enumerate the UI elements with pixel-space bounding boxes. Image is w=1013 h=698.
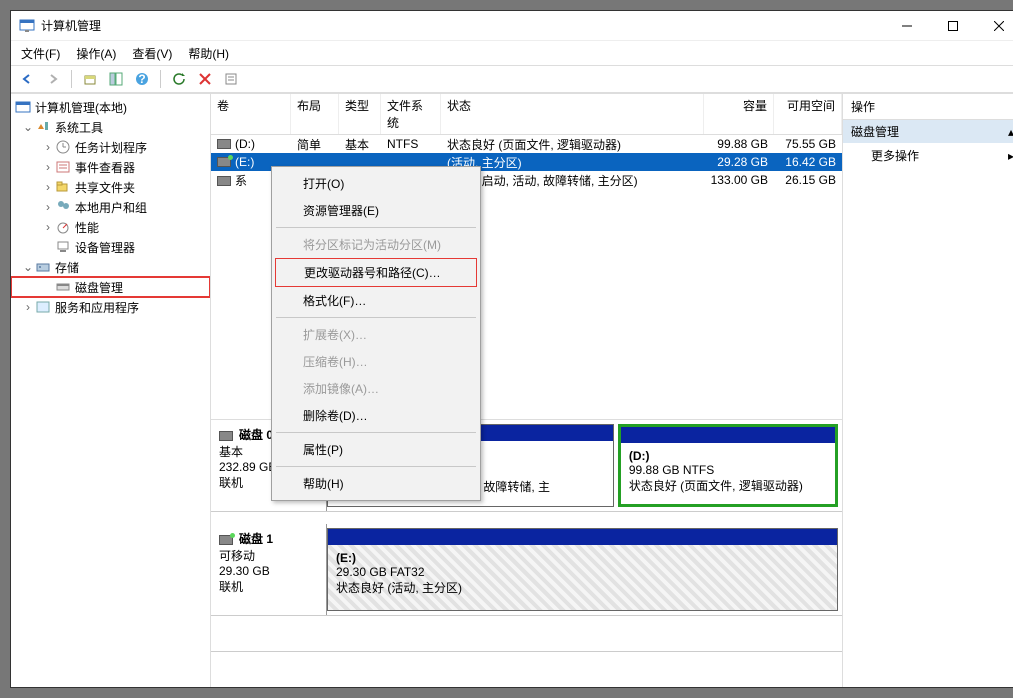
refresh-button[interactable] (167, 67, 191, 91)
ctx-delete-volume[interactable]: 删除卷(D)… (275, 402, 477, 429)
ctx-properties[interactable]: 属性(P) (275, 436, 477, 463)
svg-text:?: ? (138, 72, 145, 86)
ctx-explorer[interactable]: 资源管理器(E) (275, 197, 477, 224)
actions-section-bar[interactable]: 磁盘管理 ▴ (843, 120, 1013, 143)
menu-view[interactable]: 查看(V) (126, 43, 178, 64)
forward-button[interactable] (41, 67, 65, 91)
help-button[interactable]: ? (130, 67, 154, 91)
tree-task-scheduler[interactable]: ›任务计划程序 (11, 137, 210, 157)
col-free[interactable]: 可用空间 (774, 94, 842, 134)
context-menu[interactable]: 打开(O) 资源管理器(E) 将分区标记为活动分区(M) 更改驱动器号和路径(C… (271, 166, 481, 501)
tree-services-apps[interactable]: ›服务和应用程序 (11, 297, 210, 317)
collapse-icon[interactable]: ▴ (1008, 125, 1013, 139)
maximize-button[interactable] (930, 11, 976, 41)
col-filesystem[interactable]: 文件系统 (381, 94, 441, 134)
volume-icon (217, 139, 231, 149)
disk-row: 磁盘 1 可移动 29.30 GB 联机 (E:) 29.30 GB FAT32… (211, 524, 842, 616)
tree-shared-folders[interactable]: ›共享文件夹 (11, 177, 210, 197)
ctx-shrink-volume: 压缩卷(H)… (275, 348, 477, 375)
close-button[interactable] (976, 11, 1013, 41)
legend-footer (211, 651, 842, 687)
show-hide-tree-button[interactable] (104, 67, 128, 91)
volume-icon (217, 176, 231, 186)
volume-icon (217, 157, 231, 167)
ctx-format[interactable]: 格式化(F)… (275, 287, 477, 314)
col-capacity[interactable]: 容量 (704, 94, 774, 134)
tree-system-tools[interactable]: ⌄系统工具 (11, 117, 210, 137)
disk-icon (219, 535, 233, 545)
tree-event-viewer[interactable]: ›事件查看器 (11, 157, 210, 177)
tree-performance[interactable]: ›性能 (11, 217, 210, 237)
back-button[interactable] (15, 67, 39, 91)
window-title: 计算机管理 (41, 17, 884, 34)
col-type[interactable]: 类型 (339, 94, 381, 134)
up-button[interactable] (78, 67, 102, 91)
actions-header: 操作 (843, 94, 1013, 120)
ctx-open[interactable]: 打开(O) (275, 170, 477, 197)
tree-local-users[interactable]: ›本地用户和组 (11, 197, 210, 217)
chevron-right-icon: ▸ (1008, 149, 1013, 163)
menu-file[interactable]: 文件(F) (15, 43, 66, 64)
col-volume[interactable]: 卷 (211, 94, 291, 134)
ctx-help[interactable]: 帮助(H) (275, 470, 477, 497)
toolbar: ? (11, 65, 1013, 93)
menubar: 文件(F) 操作(A) 查看(V) 帮助(H) (11, 41, 1013, 65)
ctx-change-drive-letter[interactable]: 更改驱动器号和路径(C)… (275, 258, 477, 287)
delete-button[interactable] (193, 67, 217, 91)
tree-device-manager[interactable]: 设备管理器 (11, 237, 210, 257)
disk-icon (219, 431, 233, 441)
col-status[interactable]: 状态 (441, 94, 704, 134)
tree-root[interactable]: 计算机管理(本地) (11, 97, 210, 117)
tree-storage[interactable]: ⌄存储 (11, 257, 210, 277)
volume-header: 卷 布局 类型 文件系统 状态 容量 可用空间 (211, 94, 842, 135)
menu-help[interactable]: 帮助(H) (182, 43, 235, 64)
partition-e[interactable]: (E:) 29.30 GB FAT32 状态良好 (活动, 主分区) (327, 528, 838, 611)
tree-disk-management[interactable]: 磁盘管理 (11, 277, 210, 297)
ctx-add-mirror: 添加镜像(A)… (275, 375, 477, 402)
titlebar: 计算机管理 (11, 11, 1013, 41)
minimize-button[interactable] (884, 11, 930, 41)
disk-info[interactable]: 磁盘 1 可移动 29.30 GB 联机 (211, 524, 327, 615)
actions-pane: 操作 磁盘管理 ▴ 更多操作 ▸ (842, 94, 1013, 687)
navigation-tree[interactable]: 计算机管理(本地) ⌄系统工具 ›任务计划程序 ›事件查看器 ›共享文件夹 ›本… (11, 94, 211, 687)
more-actions-item[interactable]: 更多操作 ▸ (843, 143, 1013, 168)
col-layout[interactable]: 布局 (291, 94, 339, 134)
app-icon (19, 18, 35, 34)
partition-d[interactable]: (D:) 99.88 GB NTFS 状态良好 (页面文件, 逻辑驱动器) (618, 424, 838, 507)
volume-row[interactable]: (D:) 简单 基本 NTFS 状态良好 (页面文件, 逻辑驱动器) 99.88… (211, 135, 842, 153)
properties-button[interactable] (219, 67, 243, 91)
menu-action[interactable]: 操作(A) (70, 43, 122, 64)
ctx-extend-volume: 扩展卷(X)… (275, 321, 477, 348)
ctx-mark-active: 将分区标记为活动分区(M) (275, 231, 477, 258)
